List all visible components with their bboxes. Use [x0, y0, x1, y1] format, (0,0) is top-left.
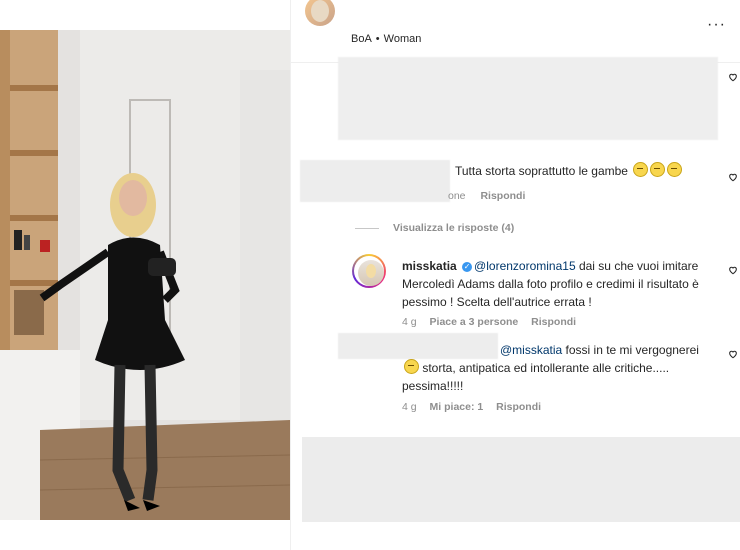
heart-outline-icon[interactable]	[728, 72, 738, 82]
view-replies-button[interactable]: Visualizza le risposte (4)	[393, 222, 514, 234]
reply-link[interactable]: Rispondi	[480, 190, 525, 202]
more-options-icon[interactable]: ···	[707, 16, 726, 34]
reply-time: 4 g	[402, 316, 417, 328]
comment-meta: one Rispondi	[448, 190, 525, 202]
author-avatar[interactable]	[305, 0, 335, 26]
verified-badge-icon: ✓	[462, 261, 473, 272]
grimacing-emoji-icon	[650, 162, 666, 177]
reply2-likes[interactable]: Mi piace: 1	[430, 401, 484, 413]
replies-line	[355, 228, 379, 229]
account-category: Woman	[383, 33, 422, 45]
post-photo	[0, 30, 290, 520]
reply-meta: 4 g Piace a 3 persone Rispondi	[402, 316, 576, 328]
grimacing-emoji-icon	[633, 162, 649, 177]
reply2-meta: 4 g Mi piace: 1 Rispondi	[402, 401, 541, 413]
reply2-body-b: storta, antipatica ed intollerante alle …	[402, 361, 670, 393]
reply2-mention[interactable]: @misskatia	[500, 343, 562, 357]
reply-text: misskatia ✓ @lorenzoromina15 dai su che v…	[402, 257, 717, 311]
heart-outline-icon[interactable]	[728, 265, 738, 275]
comment-text: Tutta storta soprattutto le gambe	[455, 162, 683, 180]
reply-link[interactable]: Rispondi	[531, 316, 576, 328]
blurred-comment-top	[338, 57, 718, 140]
comment-body: Tutta storta soprattutto le gambe	[455, 164, 628, 178]
meta-separator: •	[375, 33, 380, 45]
heart-outline-icon[interactable]	[728, 172, 738, 182]
likes-partial: one	[448, 190, 466, 202]
reply-link[interactable]: Rispondi	[496, 401, 541, 413]
reply-username[interactable]: misskatia	[402, 259, 457, 273]
grinning-sweat-emoji-icon	[404, 359, 419, 374]
reply2-time: 4 g	[402, 401, 417, 413]
grimacing-emoji-icon	[667, 162, 683, 177]
heart-outline-icon[interactable]	[728, 349, 738, 359]
misskatia-avatar[interactable]	[352, 254, 386, 288]
post-image-illustration	[0, 30, 290, 520]
blurred-commenter	[300, 160, 450, 202]
reply-mention[interactable]: @lorenzoromina15	[474, 259, 576, 273]
panel-divider	[290, 0, 291, 550]
reply2-body-a: fossi in te mi vergognerei	[562, 343, 699, 357]
reply-likes[interactable]: Piace a 3 persone	[430, 316, 519, 328]
post-header: BoA • Woman ···	[291, 0, 740, 63]
account-type: BoA	[351, 33, 372, 45]
blurred-comment-bottom	[302, 437, 740, 522]
reply2-text: @misskatia fossi in te mi vergognerei st…	[402, 341, 717, 395]
author-meta: BoA • Woman	[351, 33, 421, 45]
